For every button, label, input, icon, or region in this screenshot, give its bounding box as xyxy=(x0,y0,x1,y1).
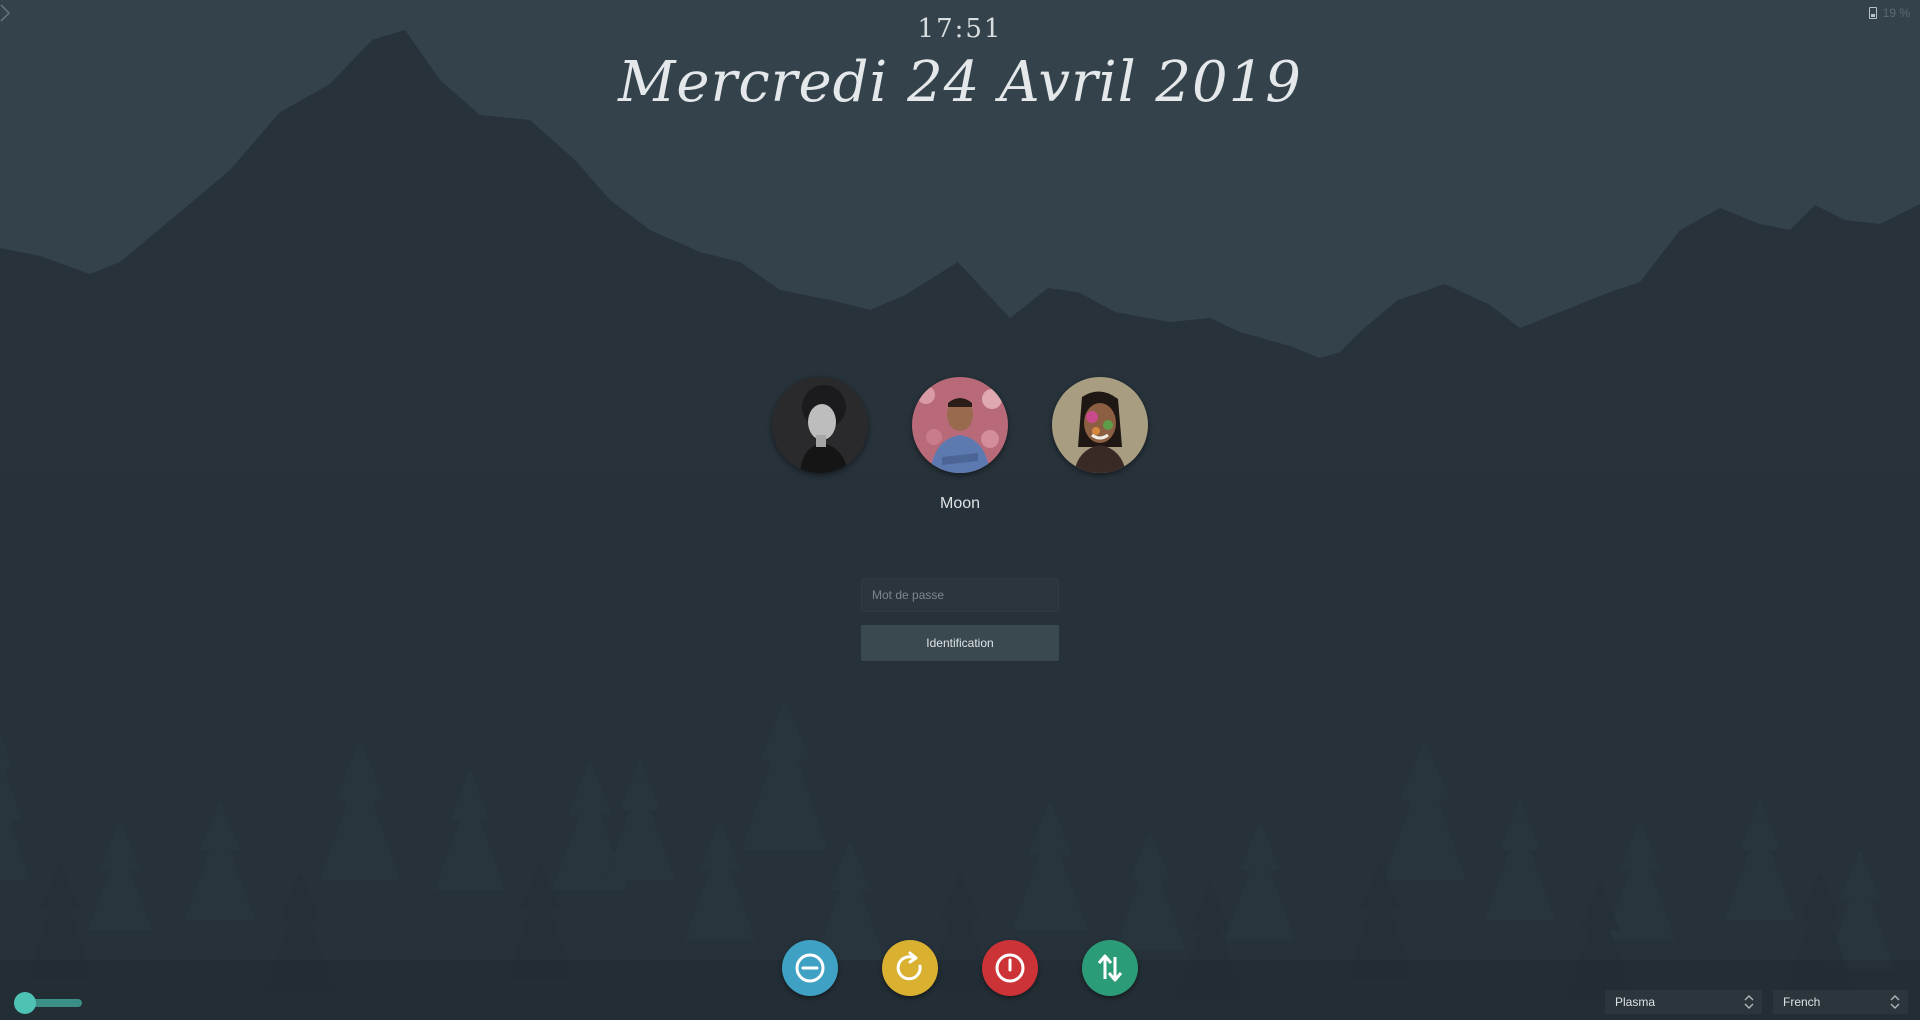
user-avatar-2[interactable] xyxy=(912,377,1008,473)
password-field[interactable] xyxy=(861,578,1059,612)
login-screen: 19 % 17:51 Mercredi 24 Avril 2019 Moon I… xyxy=(0,0,1920,1020)
language-value: French xyxy=(1783,995,1821,1009)
avatar-image-holi xyxy=(1052,377,1148,473)
switch-user-button[interactable] xyxy=(1082,940,1138,996)
updown-chevron-icon xyxy=(1890,995,1900,1009)
clock: 17:51 xyxy=(917,14,1003,44)
language-select[interactable]: French xyxy=(1773,990,1908,1014)
power-icon xyxy=(995,953,1025,983)
avatar-image-bw xyxy=(772,377,868,473)
user-list xyxy=(0,377,1920,473)
login-button[interactable]: Identification xyxy=(861,625,1059,661)
suspend-icon xyxy=(795,953,825,983)
session-select[interactable]: Plasma xyxy=(1605,990,1762,1014)
suspend-button[interactable] xyxy=(782,940,838,996)
reboot-icon xyxy=(896,951,922,981)
date-label: Mercredi 24 Avril 2019 xyxy=(618,50,1302,115)
shutdown-button[interactable] xyxy=(982,940,1038,996)
avatar-image-floral xyxy=(912,377,1008,473)
swap-arrows-icon xyxy=(1097,954,1123,982)
virtual-keyboard-toggle[interactable] xyxy=(14,992,82,1014)
session-value: Plasma xyxy=(1615,995,1656,1009)
user-avatar-3[interactable] xyxy=(1052,377,1148,473)
updown-chevron-icon xyxy=(1744,995,1754,1009)
reboot-button[interactable] xyxy=(882,940,938,996)
power-actions xyxy=(0,940,1920,996)
toggle-knob xyxy=(14,992,36,1014)
user-avatar-1[interactable] xyxy=(772,377,868,473)
selected-user-name: Moon xyxy=(939,495,981,512)
